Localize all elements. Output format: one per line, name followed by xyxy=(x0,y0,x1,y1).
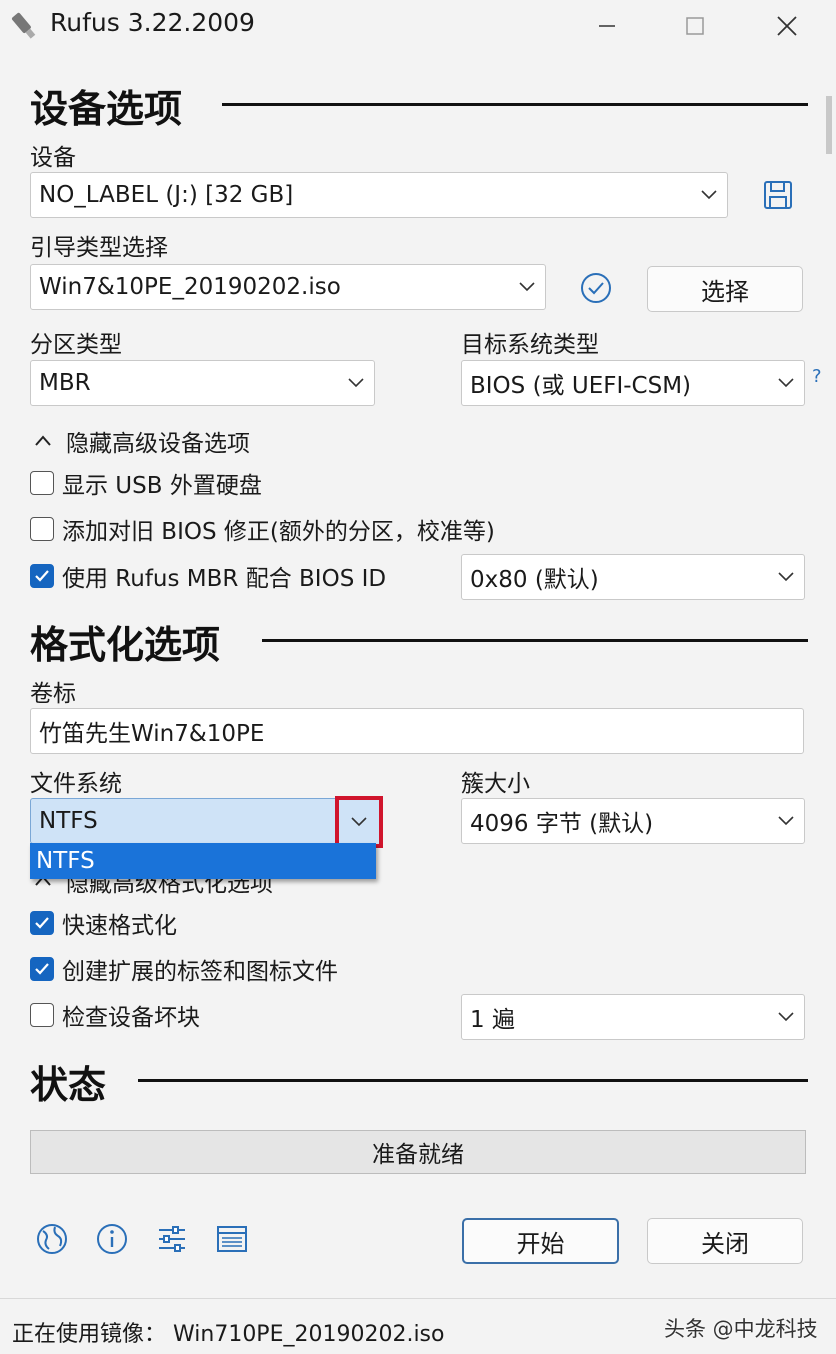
extended-label-row[interactable]: 创建扩展的标签和图标文件 xyxy=(30,952,338,986)
about-button[interactable] xyxy=(92,1219,132,1259)
device-label: 设备 xyxy=(30,145,76,171)
log-button[interactable] xyxy=(212,1219,252,1259)
scrollbar-thumb[interactable] xyxy=(826,96,832,154)
rufus-mbr-checkbox[interactable] xyxy=(30,564,54,588)
partition-scheme-select[interactable]: MBR xyxy=(30,360,375,406)
check-icon xyxy=(35,917,49,929)
cluster-size-label: 簇大小 xyxy=(461,771,530,797)
quick-format-label: 快速格式化 xyxy=(62,913,177,939)
start-button[interactable]: 开始 xyxy=(462,1218,619,1264)
file-system-label: 文件系统 xyxy=(30,771,122,797)
chevron-down-icon xyxy=(768,361,804,405)
status-divider xyxy=(0,1298,836,1299)
check-icon xyxy=(35,963,49,975)
log-table-icon xyxy=(217,1226,247,1252)
minimize-icon xyxy=(599,25,615,27)
select-image-button[interactable]: 选择 xyxy=(647,266,803,312)
file-system-option-ntfs[interactable]: NTFS xyxy=(30,843,376,879)
close-icon xyxy=(777,16,797,36)
chevron-down-icon xyxy=(509,265,545,309)
old-bios-checkbox[interactable] xyxy=(30,517,54,541)
volume-label-label: 卷标 xyxy=(30,681,76,707)
close-button[interactable]: 关闭 xyxy=(647,1218,803,1264)
verify-button[interactable] xyxy=(576,268,616,308)
bad-blocks-passes-value: 1 遍 xyxy=(470,1007,515,1033)
maximize-button[interactable] xyxy=(660,0,730,52)
cluster-size-value: 4096 字节 (默认) xyxy=(470,811,654,837)
boot-type-select[interactable]: Win7&10PE_20190202.iso xyxy=(30,264,546,310)
bad-blocks-label: 检查设备坏块 xyxy=(62,1005,200,1031)
sliders-icon xyxy=(159,1226,185,1252)
quick-format-checkbox[interactable] xyxy=(30,911,54,935)
close-window-button[interactable] xyxy=(752,0,822,52)
chevron-up-icon xyxy=(35,435,51,446)
chevron-down-icon xyxy=(768,555,804,599)
chevron-down-icon xyxy=(768,995,804,1039)
partition-scheme-label: 分区类型 xyxy=(30,332,122,358)
status-heading: 状态 xyxy=(30,1063,107,1107)
target-system-select[interactable]: BIOS (或 UEFI-CSM) xyxy=(461,360,805,406)
section-divider xyxy=(138,1079,808,1082)
minimize-button[interactable] xyxy=(572,0,642,52)
info-icon xyxy=(97,1224,127,1254)
progress-text: 准备就绪 xyxy=(372,1142,464,1168)
window-title: Rufus 3.22.2009 xyxy=(50,8,255,37)
status-line: 正在使用镜像： Win710PE_20190202.iso xyxy=(12,1322,445,1347)
file-system-value: NTFS xyxy=(39,808,98,834)
old-bios-fixes-row[interactable]: 添加对旧 BIOS 修正(额外的分区，校准等) xyxy=(30,512,495,546)
save-button[interactable] xyxy=(758,175,798,215)
check-icon xyxy=(35,570,49,582)
toggle-advanced-device-options[interactable]: 隐藏高级设备选项 xyxy=(34,424,250,458)
chevron-down-icon xyxy=(691,173,727,217)
device-options-heading: 设备选项 xyxy=(30,87,183,131)
bios-id-value: 0x80 (默认) xyxy=(470,567,599,593)
show-usb-checkbox[interactable] xyxy=(30,471,54,495)
format-options-heading: 格式化选项 xyxy=(30,623,221,667)
save-disk-icon xyxy=(764,181,792,209)
target-system-label: 目标系统类型 xyxy=(461,332,599,358)
bios-id-select[interactable]: 0x80 (默认) xyxy=(461,554,805,600)
maximize-icon xyxy=(686,17,704,35)
old-bios-label: 添加对旧 BIOS 修正(额外的分区，校准等) xyxy=(62,519,495,545)
globe-icon xyxy=(37,1224,67,1254)
chevron-down-icon xyxy=(338,361,374,405)
chevron-down-icon xyxy=(351,817,367,827)
quick-format-row[interactable]: 快速格式化 xyxy=(30,906,177,940)
file-system-dropdown-button[interactable] xyxy=(335,796,383,848)
progress-bar: 准备就绪 xyxy=(30,1130,806,1174)
chevron-down-icon xyxy=(768,799,804,843)
help-link[interactable]: ? xyxy=(812,366,822,387)
checkmark-circle-icon xyxy=(581,273,611,303)
show-usb-drives-row[interactable]: 显示 USB 外置硬盘 xyxy=(30,466,262,500)
extended-label-label: 创建扩展的标签和图标文件 xyxy=(62,959,338,985)
bad-blocks-passes-select[interactable]: 1 遍 xyxy=(461,994,805,1040)
boot-type-value: Win7&10PE_20190202.iso xyxy=(39,274,341,300)
usb-drive-icon xyxy=(11,12,36,39)
extended-label-checkbox[interactable] xyxy=(30,957,54,981)
rufus-mbr-row[interactable]: 使用 Rufus MBR 配合 BIOS ID xyxy=(30,559,386,593)
advanced-device-toggle-label: 隐藏高级设备选项 xyxy=(66,431,250,457)
show-usb-label: 显示 USB 外置硬盘 xyxy=(62,473,262,499)
rufus-mbr-label: 使用 Rufus MBR 配合 BIOS ID xyxy=(62,566,387,592)
section-divider xyxy=(222,103,808,106)
volume-label-input[interactable]: 竹笛先生Win7&10PE xyxy=(30,708,804,754)
cluster-size-select[interactable]: 4096 字节 (默认) xyxy=(461,798,805,844)
watermark: 头条 @中龙科技 xyxy=(664,1317,818,1341)
bad-blocks-checkbox[interactable] xyxy=(30,1003,54,1027)
device-select[interactable]: NO_LABEL (J:) [32 GB] xyxy=(30,172,728,218)
section-divider xyxy=(262,639,808,642)
partition-scheme-value: MBR xyxy=(39,370,91,396)
settings-button[interactable] xyxy=(152,1219,192,1259)
bad-blocks-row[interactable]: 检查设备坏块 xyxy=(30,998,200,1032)
language-button[interactable] xyxy=(32,1219,72,1259)
file-system-select[interactable]: NTFS xyxy=(30,798,375,844)
boot-type-label: 引导类型选择 xyxy=(30,235,168,261)
device-select-value: NO_LABEL (J:) [32 GB] xyxy=(39,182,294,208)
target-system-value: BIOS (或 UEFI-CSM) xyxy=(470,373,692,399)
